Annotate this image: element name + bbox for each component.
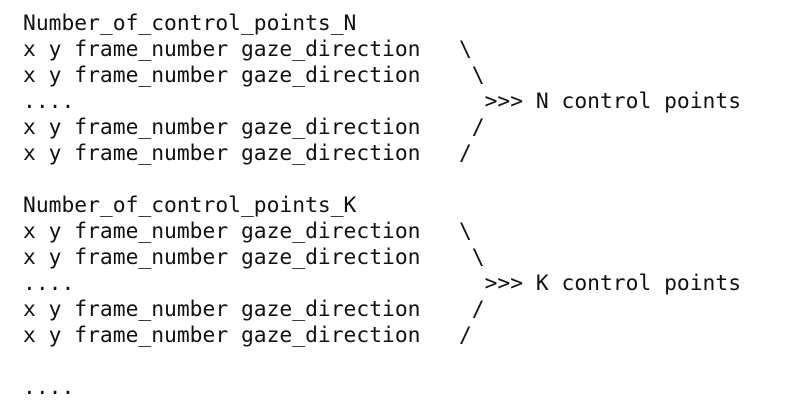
record-line: x y frame_number gaze_direction \ [23,219,472,244]
footer-ellipsis: .... [23,375,75,400]
ellipsis-line: .... >>> N control points [23,89,742,114]
record-line: x y frame_number gaze_direction \ [23,63,485,88]
ellipsis-line: .... >>> K control points [23,271,742,296]
block-header: Number_of_control_points_N [23,11,357,36]
record-line: x y frame_number gaze_direction \ [23,245,485,270]
block-n: Number_of_control_points_N x y frame_num… [23,11,793,167]
block-header: Number_of_control_points_K [23,193,357,218]
record-line: x y frame_number gaze_direction \ [23,37,472,62]
record-line: x y frame_number gaze_direction / [23,323,472,348]
record-line: x y frame_number gaze_direction / [23,141,472,166]
record-line: x y frame_number gaze_direction / [23,297,485,322]
block-k: Number_of_control_points_K x y frame_num… [23,193,793,349]
record-line: x y frame_number gaze_direction / [23,115,485,140]
format-description: Number_of_control_points_N x y frame_num… [23,11,793,401]
